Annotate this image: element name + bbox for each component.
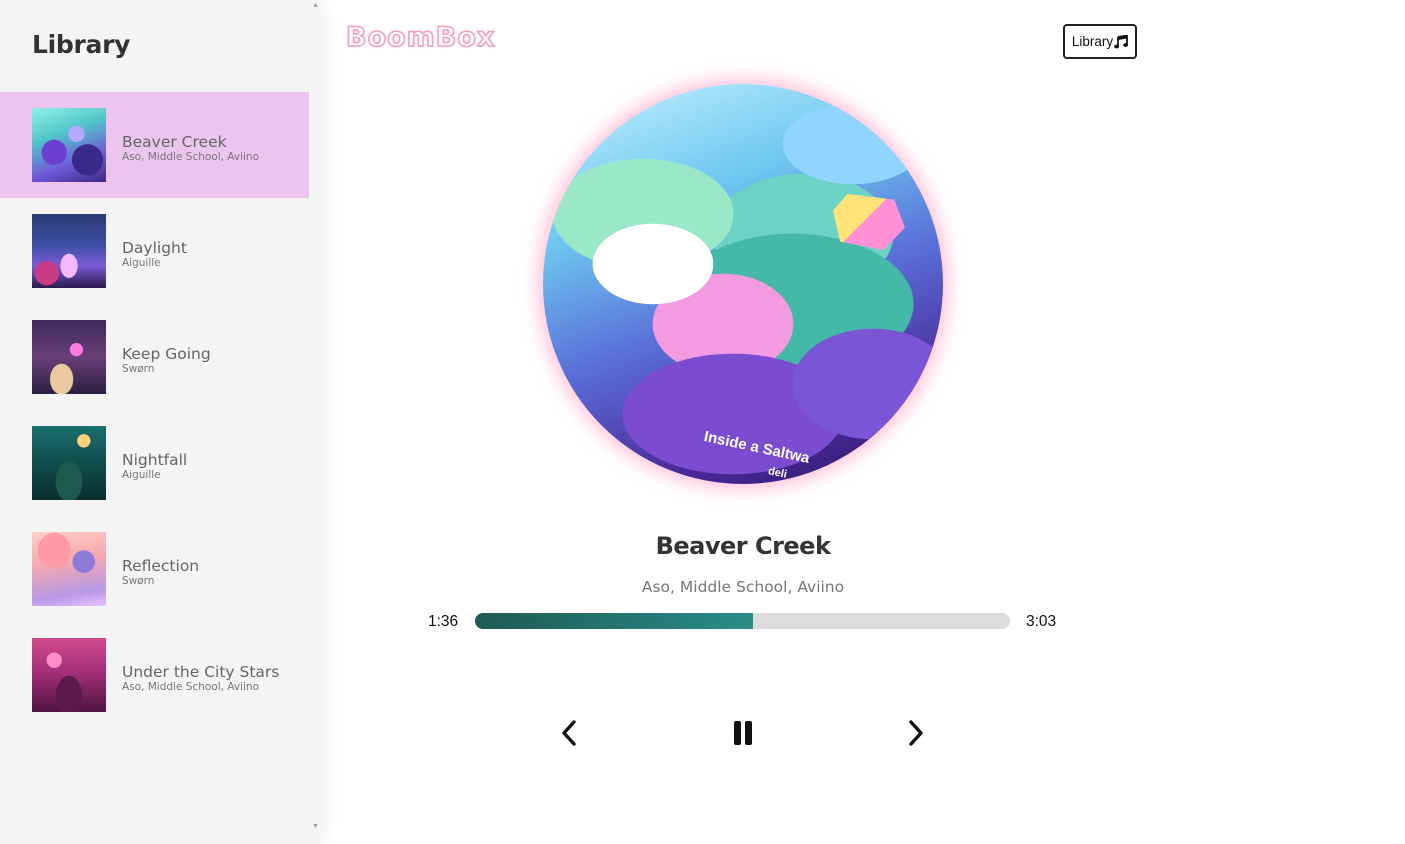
track-title: Beaver Creek <box>655 532 831 560</box>
next-track-button[interactable] <box>899 716 933 750</box>
library-button-label: Library <box>1071 34 1114 49</box>
chevron-right-icon <box>909 720 923 746</box>
previous-track-button[interactable] <box>552 716 586 750</box>
album-art-image <box>543 84 943 484</box>
song-item-keep-going[interactable]: Keep Going Swørn <box>0 304 309 410</box>
song-artist: Swørn <box>122 363 155 375</box>
library-sidebar: Library ▲ Beaver Creek Aso, Middle Schoo… <box>0 0 320 844</box>
library-title: Library <box>32 30 131 59</box>
pause-icon <box>734 721 752 745</box>
progress-bar[interactable] <box>475 613 1010 629</box>
song-item-reflection[interactable]: Reflection Swørn <box>0 516 309 622</box>
song-artist: Aiguille <box>122 469 161 481</box>
song-artist: Swørn <box>122 575 155 587</box>
song-name: Beaver Creek <box>122 133 227 151</box>
total-time: 3:03 <box>1026 613 1057 630</box>
app-logo: BoomBox <box>345 21 496 54</box>
album-cover <box>32 320 106 394</box>
song-name: Under the City Stars <box>122 663 280 681</box>
album-cover <box>32 214 106 288</box>
song-name: Daylight <box>122 239 187 257</box>
scrollbar-down-arrow[interactable]: ▼ <box>312 823 319 830</box>
song-item-nightfall[interactable]: Nightfall Aiguille <box>0 410 309 516</box>
scrollbar-up-arrow[interactable]: ▲ <box>312 2 319 9</box>
song-name: Reflection <box>122 557 200 575</box>
chevron-left-icon <box>562 720 576 746</box>
song-item-beaver-creek[interactable]: Beaver Creek Aso, Middle School, Aviino <box>0 92 309 198</box>
album-cover <box>32 108 106 182</box>
current-time: 1:36 <box>428 613 459 630</box>
song-item-daylight[interactable]: Daylight Aiguille <box>0 198 309 304</box>
album-cover <box>32 638 106 712</box>
music-note-icon <box>1114 34 1129 49</box>
track-artist: Aso, Middle School, Aviino <box>641 578 845 596</box>
progress-fill <box>475 613 754 629</box>
song-name: Nightfall <box>122 451 188 469</box>
song-artist: Aso, Middle School, Aviino <box>122 151 260 163</box>
album-cover <box>32 532 106 606</box>
album-cover <box>32 426 106 500</box>
song-name: Keep Going <box>122 345 211 363</box>
song-artist: Aso, Middle School, Aviino <box>122 681 260 693</box>
library-toggle-button[interactable]: Library <box>1063 24 1137 59</box>
song-artist: Aiguille <box>122 257 161 269</box>
album-art: Inside a Saltwa deli <box>543 84 943 484</box>
song-list: Beaver Creek Aso, Middle School, Aviino … <box>0 92 309 728</box>
song-item-under-the-city-stars[interactable]: Under the City Stars Aso, Middle School,… <box>0 622 309 728</box>
play-pause-button[interactable] <box>726 716 760 750</box>
